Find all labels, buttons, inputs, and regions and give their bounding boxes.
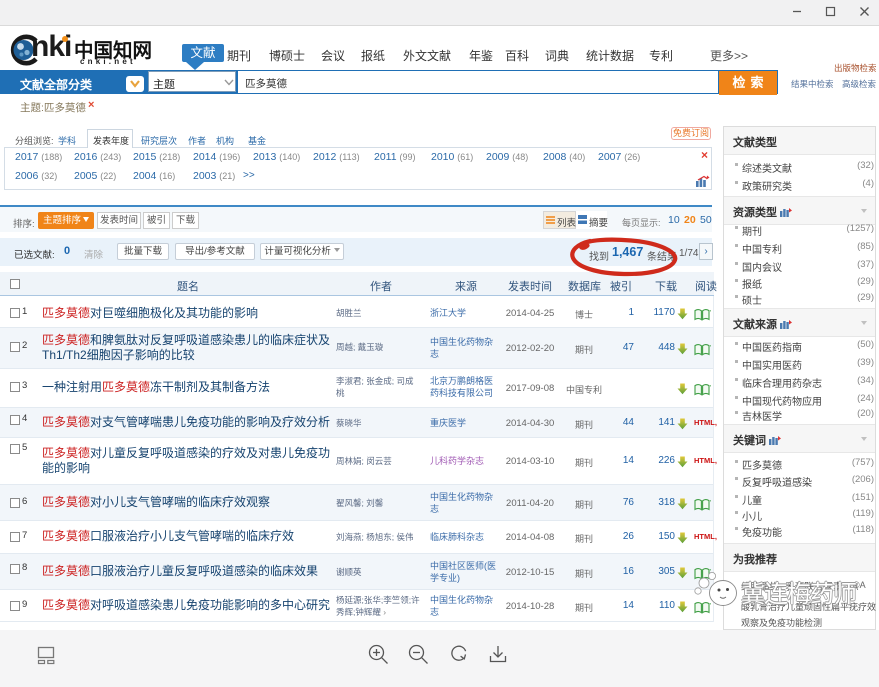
svg-text:': ' [710,310,711,317]
svg-text:': ' [710,345,711,352]
svg-text:': ' [710,385,711,392]
svg-text:': ' [710,500,711,507]
